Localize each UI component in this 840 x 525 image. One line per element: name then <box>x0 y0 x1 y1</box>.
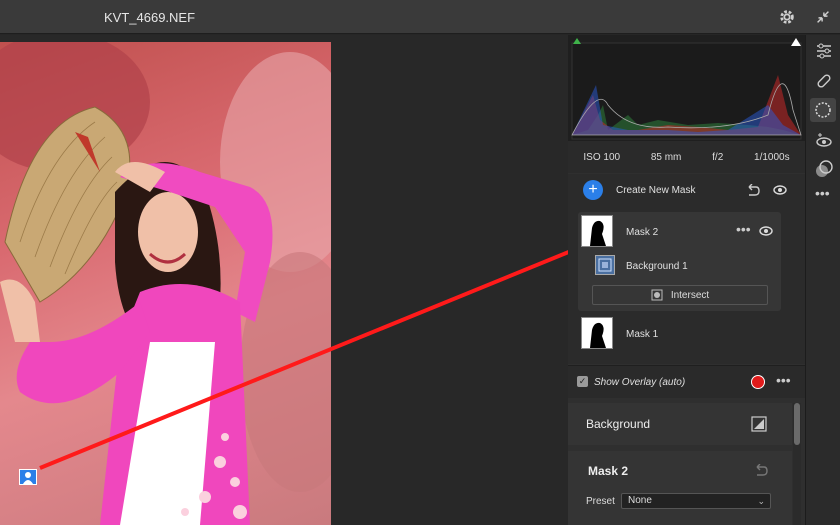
chevron-down-icon: ⌄ <box>757 496 765 506</box>
mask-2-section-title: Mask 2 <box>588 464 629 478</box>
eye-icon[interactable] <box>759 226 773 236</box>
annotation-arrow <box>39 238 599 470</box>
more-tools-icon[interactable]: ••• <box>815 185 830 201</box>
panel-scrollbar[interactable] <box>793 403 801 525</box>
overlay-options-icon[interactable]: ••• <box>776 372 791 388</box>
healing-icon[interactable] <box>814 71 834 91</box>
more-options-icon[interactable]: ••• <box>736 221 751 237</box>
intersect-label: Intersect <box>670 289 710 301</box>
masking-tool-active[interactable] <box>810 98 836 122</box>
mask-2-thumbnail[interactable] <box>581 215 613 247</box>
background-component-icon <box>595 255 615 275</box>
mask-2-name: Mask 2 <box>626 227 659 238</box>
shutter-value: 1/1000s <box>754 151 790 163</box>
aperture-value: f/2 <box>712 151 724 163</box>
iso-value: ISO 100 <box>583 151 621 163</box>
mask-1-name[interactable]: Mask 1 <box>626 329 658 340</box>
masking-icon <box>815 102 831 118</box>
preset-select[interactable]: None ⌄ <box>621 493 771 509</box>
background-component-name[interactable]: Background 1 <box>626 261 688 272</box>
tool-strip: ••• <box>805 35 840 525</box>
intersect-button[interactable]: Intersect <box>592 285 768 305</box>
invert-mask-icon[interactable] <box>751 416 767 432</box>
background-section-label: Background <box>586 417 651 431</box>
mask-2-section: Mask 2 Preset <box>568 451 792 525</box>
red-eye-icon[interactable] <box>814 131 834 151</box>
shadow-clipping-icon[interactable] <box>572 37 582 45</box>
eye-icon[interactable] <box>773 185 787 195</box>
exif-bar: ISO 100 85 mm f/2 1/1000s <box>568 141 805 173</box>
scrollbar-thumb[interactable] <box>794 403 800 445</box>
create-mask-button[interactable]: + <box>583 180 603 200</box>
intersect-icon <box>651 289 663 301</box>
focal-length-value: 85 mm <box>650 151 682 163</box>
overlay-color-swatch[interactable] <box>751 375 765 389</box>
person-mask-icon[interactable] <box>19 469 37 485</box>
highlight-clipping-icon[interactable] <box>790 37 802 47</box>
background-section-header[interactable]: Background <box>568 403 792 445</box>
show-overlay-checkbox[interactable]: ✓ <box>577 376 588 387</box>
preset-value: None <box>628 495 652 506</box>
reset-icon[interactable] <box>754 464 768 476</box>
mask-1-thumbnail[interactable] <box>581 317 613 349</box>
presets-icon[interactable] <box>814 159 834 179</box>
create-mask-label[interactable]: Create New Mask <box>616 185 695 196</box>
right-panel: ISO 100 85 mm f/2 1/1000s + Create New M… <box>568 35 805 525</box>
overlay-row: ✓ Show Overlay (auto) ••• <box>568 365 805 398</box>
show-overlay-label: Show Overlay (auto) <box>594 377 686 388</box>
sliders-icon[interactable] <box>814 41 834 61</box>
histogram <box>568 35 805 141</box>
undo-icon[interactable] <box>746 184 760 196</box>
preset-label: Preset <box>586 496 615 507</box>
